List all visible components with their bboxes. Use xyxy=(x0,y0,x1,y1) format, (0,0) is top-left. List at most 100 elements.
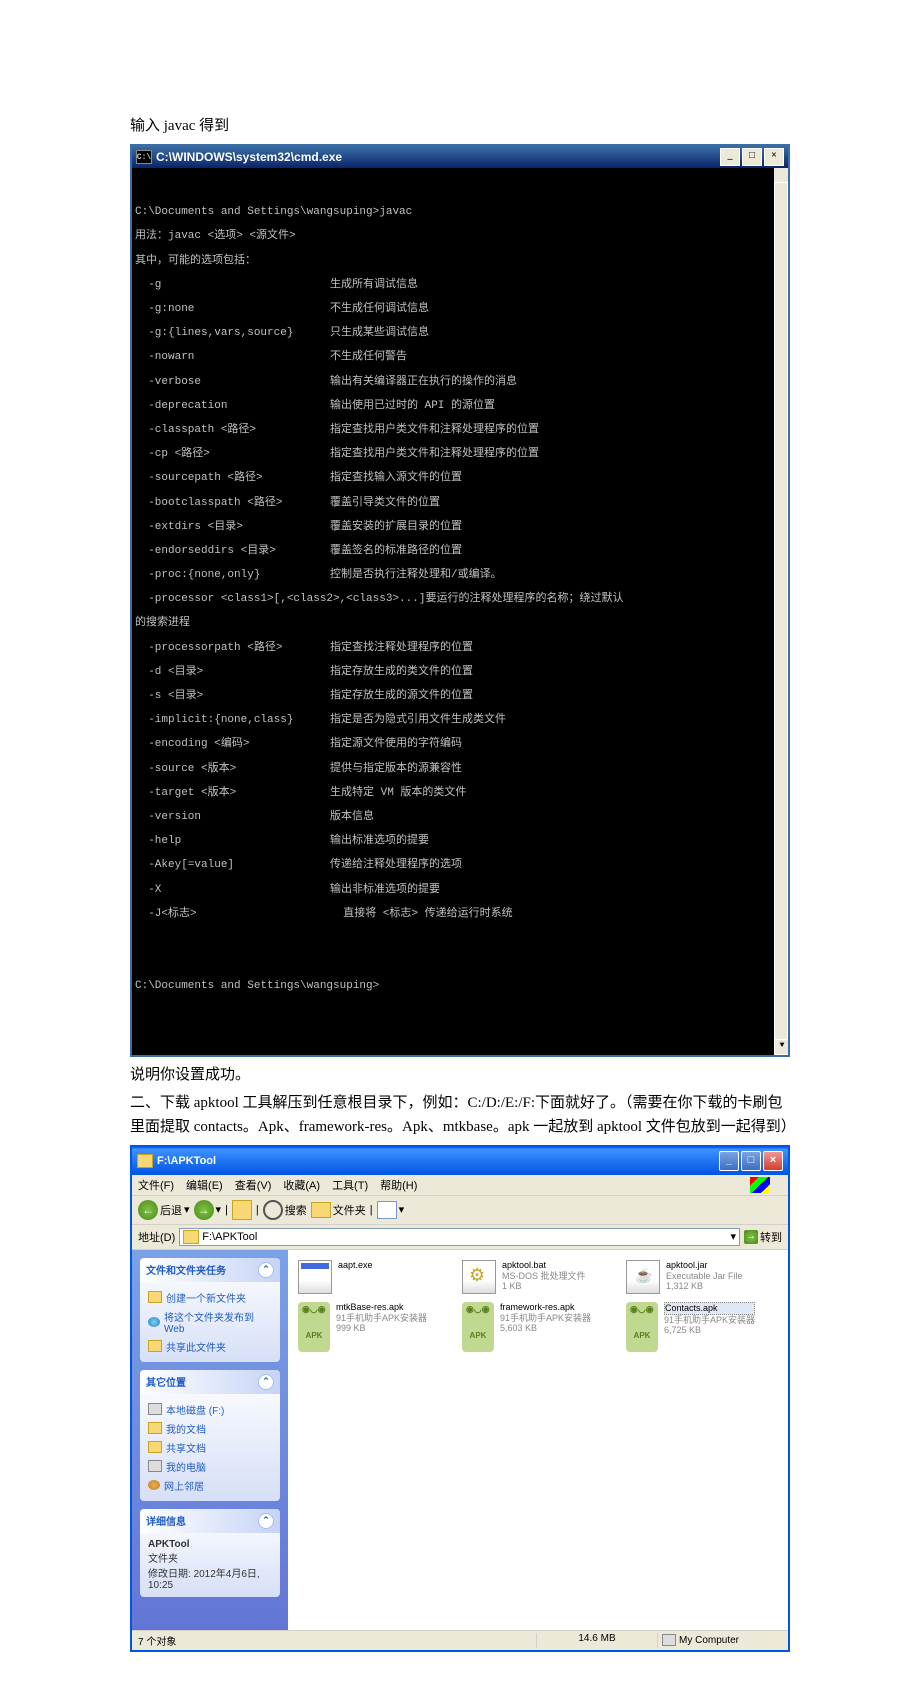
dropdown-icon[interactable]: ▾ xyxy=(730,1230,736,1243)
scroll-down-icon[interactable]: ▼ xyxy=(774,1039,788,1055)
file-item[interactable]: aapt.exe xyxy=(298,1260,450,1294)
menu-file[interactable]: 文件(F) xyxy=(138,1177,174,1193)
views-button[interactable]: ▾ xyxy=(377,1201,405,1219)
chevron-up-icon: ⌃ xyxy=(258,1513,274,1529)
doc-line-2: 说明你设置成功。 xyxy=(130,1063,790,1087)
file-item[interactable]: apktool.jarExecutable Jar File1,312 KB xyxy=(626,1260,778,1294)
cmd-option: -Akey[=value]传递给注释处理程序的选项 xyxy=(135,859,769,871)
folders-icon xyxy=(311,1202,331,1218)
explorer-sidebar: 文件和文件夹任务⌃ 创建一个新文件夹 将这个文件夹发布到 Web 共享此文件夹 … xyxy=(132,1250,288,1630)
computer-icon xyxy=(662,1634,676,1646)
back-button[interactable]: ←后退 ▾ xyxy=(138,1200,190,1220)
file-name: framework-res.apk xyxy=(500,1302,591,1313)
other-local-disk[interactable]: 本地磁盘 (F:) xyxy=(148,1400,272,1419)
other-places-panel: 其它位置⌃ 本地磁盘 (F:) 我的文档 共享文档 我的电脑 网上邻居 xyxy=(140,1370,280,1501)
explorer-window: F:\APKTool _ □ × 文件(F) 编辑(E) 查看(V) 收藏(A)… xyxy=(130,1145,790,1652)
apk-file-icon: APK xyxy=(298,1302,330,1352)
menu-favorites[interactable]: 收藏(A) xyxy=(283,1177,320,1193)
go-button[interactable]: →转到 xyxy=(744,1229,782,1245)
cmd-option: -bootclasspath <路径>覆盖引导类文件的位置 xyxy=(135,497,769,509)
explorer-titlebar[interactable]: F:\APKTool _ □ × xyxy=(132,1147,788,1175)
cmd-option: -nowarn不生成任何警告 xyxy=(135,351,769,363)
explorer-menubar: 文件(F) 编辑(E) 查看(V) 收藏(A) 工具(T) 帮助(H) xyxy=(132,1175,788,1196)
cmd-option: -g:none不生成任何调试信息 xyxy=(135,303,769,315)
views-icon xyxy=(377,1201,397,1219)
cmd-maximize-button[interactable]: □ xyxy=(742,148,762,166)
file-size: 1,312 KB xyxy=(666,1281,743,1292)
explorer-file-pane[interactable]: aapt.exeapktool.batMS-DOS 批处理文件1 KBapkto… xyxy=(288,1250,788,1630)
search-button[interactable]: 搜索 xyxy=(263,1200,307,1220)
chevron-up-icon: ⌃ xyxy=(258,1374,274,1390)
task-share-folder[interactable]: 共享此文件夹 xyxy=(148,1337,272,1356)
cmd-option: -endorseddirs <目录>覆盖签名的标准路径的位置 xyxy=(135,545,769,557)
exe-file-icon xyxy=(298,1260,332,1294)
cmd-prompt-2: C:\Documents and Settings\wangsuping> xyxy=(135,980,769,992)
other-shared-docs[interactable]: 共享文档 xyxy=(148,1438,272,1457)
up-button[interactable] xyxy=(232,1200,252,1220)
cmd-scrollbar[interactable]: ▲ ▼ xyxy=(774,168,788,1055)
cmd-search-proc: 的搜索进程 xyxy=(135,617,769,629)
folders-button[interactable]: 文件夹 xyxy=(311,1202,366,1218)
explorer-title: F:\APKTool xyxy=(157,1155,719,1167)
cmd-option: -version版本信息 xyxy=(135,811,769,823)
scroll-thumb[interactable] xyxy=(774,182,788,1043)
jar-file-icon xyxy=(626,1260,660,1294)
details-name: APKTool xyxy=(148,1539,189,1550)
cmd-close-button[interactable]: × xyxy=(764,148,784,166)
file-item[interactable]: APKframework-res.apk91手机助手APK安装器5,603 KB xyxy=(462,1302,614,1352)
cmd-option: -J<标志> 直接将 <标志> 传递给运行时系统 xyxy=(135,908,769,920)
other-my-docs[interactable]: 我的文档 xyxy=(148,1419,272,1438)
menu-help[interactable]: 帮助(H) xyxy=(380,1177,417,1193)
cmd-option: -target <版本>生成特定 VM 版本的类文件 xyxy=(135,787,769,799)
cmd-option: -extdirs <目录>覆盖安装的扩展目录的位置 xyxy=(135,521,769,533)
cmd-option: -processor <class1>[,<class2>,<class3>..… xyxy=(135,593,769,605)
address-value: F:\APKTool xyxy=(202,1231,257,1243)
menu-view[interactable]: 查看(V) xyxy=(235,1177,272,1193)
network-icon xyxy=(148,1480,160,1490)
task-publish-web[interactable]: 将这个文件夹发布到 Web xyxy=(148,1307,272,1337)
cmd-option: -X输出非标准选项的提要 xyxy=(135,884,769,896)
menu-tools[interactable]: 工具(T) xyxy=(332,1177,368,1193)
details-panel-header[interactable]: 详细信息⌃ xyxy=(140,1509,280,1533)
task-new-folder[interactable]: 创建一个新文件夹 xyxy=(148,1288,272,1307)
file-item[interactable]: apktool.batMS-DOS 批处理文件1 KB xyxy=(462,1260,614,1294)
cmd-terminal[interactable]: C:\Documents and Settings\wangsuping>jav… xyxy=(132,168,788,1055)
explorer-maximize-button[interactable]: □ xyxy=(741,1151,761,1171)
file-item[interactable]: APKContacts.apk91手机助手APK安装器6,725 KB xyxy=(626,1302,778,1352)
file-meta: Executable Jar File xyxy=(666,1271,743,1282)
folder-icon xyxy=(148,1441,162,1453)
cmd-option: -implicit:{none,class}指定是否为隐式引用文件生成类文件 xyxy=(135,714,769,726)
file-size: 1 KB xyxy=(502,1281,586,1292)
explorer-minimize-button[interactable]: _ xyxy=(719,1151,739,1171)
menu-edit[interactable]: 编辑(E) xyxy=(186,1177,223,1193)
explorer-close-button[interactable]: × xyxy=(763,1151,783,1171)
file-name: apktool.bat xyxy=(502,1260,586,1271)
address-label: 地址(D) xyxy=(138,1229,175,1245)
other-places-header[interactable]: 其它位置⌃ xyxy=(140,1370,280,1394)
details-panel: 详细信息⌃ APKTool 文件夹 修改日期: 2012年4月6日, 10:25 xyxy=(140,1509,280,1597)
chevron-up-icon: ⌃ xyxy=(258,1262,274,1278)
folder-icon xyxy=(148,1422,162,1434)
doc-line-1: 输入 javac 得到 xyxy=(130,114,790,138)
computer-icon xyxy=(148,1460,162,1472)
other-network[interactable]: 网上邻居 xyxy=(148,1476,272,1495)
file-name: Contacts.apk xyxy=(664,1302,755,1315)
status-object-count: 7 个对象 xyxy=(138,1633,536,1648)
folder-icon xyxy=(137,1154,153,1168)
file-item[interactable]: APKmtkBase-res.apk91手机助手APK安装器999 KB xyxy=(298,1302,450,1352)
other-my-computer[interactable]: 我的电脑 xyxy=(148,1457,272,1476)
cmd-option: -proc:{none,only}控制是否执行注释处理和/或编译。 xyxy=(135,569,769,581)
cmd-titlebar[interactable]: C:\ C:\WINDOWS\system32\cmd.exe _ □ × xyxy=(132,146,788,168)
up-folder-icon xyxy=(232,1200,252,1220)
windows-logo-icon xyxy=(750,1177,770,1193)
file-meta: 91手机助手APK安装器 xyxy=(336,1313,427,1324)
drive-icon xyxy=(148,1403,162,1415)
address-input[interactable]: F:\APKTool ▾ xyxy=(179,1228,740,1246)
cmd-minimize-button[interactable]: _ xyxy=(720,148,740,166)
cmd-window: C:\ C:\WINDOWS\system32\cmd.exe _ □ × C:… xyxy=(130,144,790,1057)
doc-line-3: 二、下载 apktool 工具解压到任意根目录下，例如：C:/D:/E:/F:下… xyxy=(130,1091,790,1139)
tasks-panel-header[interactable]: 文件和文件夹任务⌃ xyxy=(140,1258,280,1282)
cmd-option: -deprecation输出使用已过时的 API 的源位置 xyxy=(135,400,769,412)
file-name: mtkBase-res.apk xyxy=(336,1302,427,1313)
forward-button[interactable]: → ▾ xyxy=(194,1200,222,1220)
